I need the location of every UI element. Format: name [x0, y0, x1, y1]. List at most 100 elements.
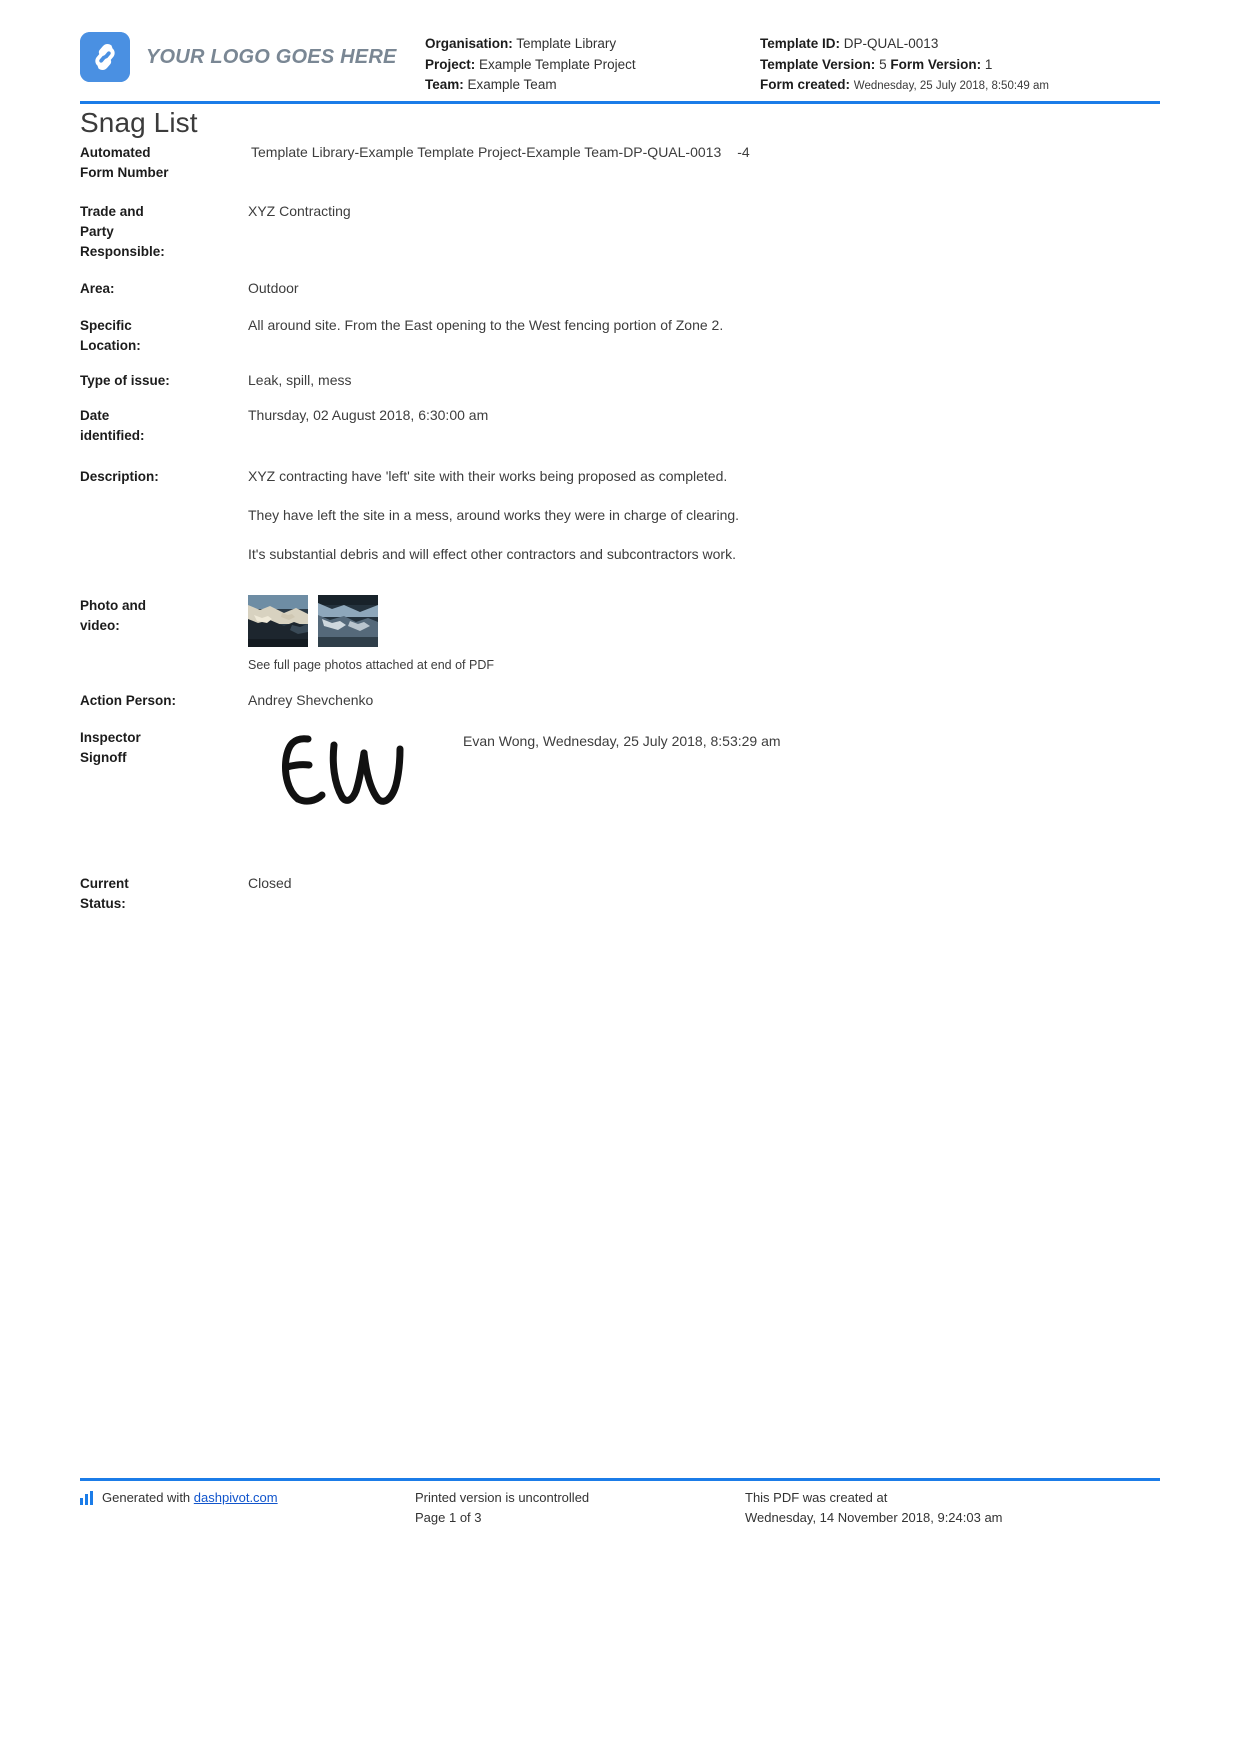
field-inspector-signoff: Inspector Signoff Evan Wong, Wednesday, …: [80, 727, 1160, 813]
header-divider: [80, 101, 1160, 104]
signature-meta: Evan Wong, Wednesday, 25 July 2018, 8:53…: [463, 733, 781, 749]
signature-image: [248, 727, 463, 813]
pdf-page: YOUR LOGO GOES HERE Organisation: Templa…: [0, 0, 1240, 1754]
footer-created-at-label: This PDF was created at: [745, 1490, 888, 1505]
header-meta-right: Template ID: DP-QUAL-0013 Template Versi…: [760, 14, 1160, 97]
header-team-value: Example Team: [467, 77, 557, 92]
photo-thumbnail-strip: [248, 595, 1160, 647]
field-value: Thursday, 02 August 2018, 6:30:00 am: [248, 407, 489, 423]
footer-generated-prefix: Generated with: [102, 1490, 191, 1505]
header-form-created: Form created: Wednesday, 25 July 2018, 8…: [760, 75, 1160, 97]
header-form-created-value: Wednesday, 25 July 2018, 8:50:49 am: [853, 80, 1049, 92]
field-label-line: Trade and: [80, 204, 144, 219]
field-trade-and-party-responsible: Trade and Party Responsible: XYZ Contrac…: [80, 201, 1160, 262]
field-photo-and-video: Photo and video: See full page photos at…: [80, 595, 1160, 676]
field-label-line: Signoff: [80, 750, 127, 765]
field-label-line: Inspector: [80, 730, 141, 745]
header-organisation: Organisation: Template Library: [425, 34, 760, 55]
field-value: See full page photos attached at end of …: [248, 595, 1160, 676]
document-footer: Generated with dashpivot.com Printed ver…: [80, 1488, 1160, 1528]
field-type-of-issue: Type of issue: Leak, spill, mess: [80, 370, 1160, 391]
header-team-label: Team:: [425, 77, 464, 92]
field-label: Photo and video:: [80, 595, 248, 636]
field-value: Leak, spill, mess: [248, 372, 352, 388]
header-project-label: Project:: [425, 56, 476, 72]
header-form-version-value: 1: [984, 56, 993, 72]
field-label-line: Specific: [80, 318, 132, 333]
field-label: Inspector Signoff: [80, 727, 248, 768]
field-label: Specific Location:: [80, 315, 248, 356]
description-paragraph: It's substantial debris and will effect …: [248, 546, 736, 562]
header-form-created-label: Form created:: [760, 77, 851, 92]
description-paragraph: They have left the site in a mess, aroun…: [248, 507, 740, 523]
header-template-id-label: Template ID:: [760, 36, 841, 51]
s-mark-icon: [80, 32, 130, 82]
header-form-version-label: Form Version:: [890, 56, 982, 72]
logo-text: YOUR LOGO GOES HERE: [146, 45, 397, 68]
field-label: Action Person:: [80, 693, 177, 708]
field-label-line: Responsible:: [80, 244, 165, 259]
header-template-id-value: DP-QUAL-0013: [843, 36, 939, 51]
field-specific-location: Specific Location: All around site. From…: [80, 315, 1160, 356]
field-automated-form-number: Automated Form Number Template Library-E…: [80, 142, 1160, 183]
field-current-status: Current Status: Closed: [80, 873, 1160, 914]
field-label-line: identified:: [80, 428, 145, 443]
site-debris-photo-1[interactable]: [248, 595, 308, 647]
footer-created-at-value: Wednesday, 14 November 2018, 9:24:03 am: [745, 1510, 1003, 1525]
field-label-line: Current: [80, 876, 129, 891]
field-label-line: video:: [80, 618, 120, 633]
logo-block: YOUR LOGO GOES HERE: [80, 14, 425, 82]
header-organisation-value: Template Library: [516, 36, 617, 51]
header-meta-left: Organisation: Template Library Project: …: [425, 14, 760, 96]
site-debris-photo-2[interactable]: [318, 595, 378, 647]
field-label-line: Form Number: [80, 165, 169, 180]
field-value: All around site. From the East opening t…: [248, 317, 724, 333]
field-area: Area: Outdoor: [80, 278, 1160, 299]
field-label: Area:: [80, 281, 115, 296]
field-action-person: Action Person: Andrey Shevchenko: [80, 690, 1160, 711]
header-team: Team: Example Team: [425, 75, 760, 96]
field-label-line: Automated: [80, 145, 151, 160]
header-organisation-label: Organisation:: [425, 36, 513, 51]
field-description: Description: XYZ contracting have 'left'…: [80, 466, 1160, 565]
field-label-line: Party: [80, 224, 114, 239]
document-header: YOUR LOGO GOES HERE Organisation: Templa…: [80, 14, 1160, 100]
footer-page-number: Page 1 of 3: [415, 1510, 482, 1525]
field-label: Date identified:: [80, 405, 248, 446]
status-badge: Closed: [248, 875, 292, 891]
automated-form-number-value: Template Library-Example Template Projec…: [251, 144, 722, 160]
field-value: Andrey Shevchenko: [248, 692, 374, 708]
field-label: Type of issue:: [80, 373, 170, 388]
field-label-line: Location:: [80, 338, 141, 353]
header-template-version-value: 5: [879, 56, 887, 72]
header-template-version-label: Template Version:: [760, 56, 876, 72]
field-value: Evan Wong, Wednesday, 25 July 2018, 8:53…: [248, 727, 1160, 813]
dashpivot-logo-icon: [80, 1491, 95, 1505]
field-value: XYZ Contracting: [248, 203, 351, 219]
footer-print-notice: Printed version is uncontrolled Page 1 o…: [415, 1488, 745, 1528]
dashpivot-link[interactable]: dashpivot.com: [194, 1488, 278, 1508]
photo-attachment-note: See full page photos attached at end of …: [248, 658, 495, 672]
signature-row: Evan Wong, Wednesday, 25 July 2018, 8:53…: [248, 727, 1160, 813]
field-label: Automated Form Number: [80, 142, 248, 183]
field-label-line: Status:: [80, 896, 126, 911]
field-label: Trade and Party Responsible:: [80, 201, 248, 262]
form-fields: Automated Form Number Template Library-E…: [80, 142, 1160, 928]
field-value: Template Library-Example Template Projec…: [248, 142, 1160, 163]
field-label-line: Photo and: [80, 598, 146, 613]
field-value: XYZ contracting have 'left' site with th…: [248, 466, 1160, 565]
field-date-identified: Date identified: Thursday, 02 August 201…: [80, 405, 1160, 446]
field-label: Description:: [80, 469, 159, 484]
footer-uncontrolled-text: Printed version is uncontrolled: [415, 1490, 590, 1505]
field-label: Current Status:: [80, 873, 248, 914]
automated-form-number-suffix: -4: [737, 144, 750, 160]
footer-generated-with: Generated with dashpivot.com: [80, 1488, 415, 1508]
header-project-value: Example Template Project: [479, 56, 636, 72]
header-template-id: Template ID: DP-QUAL-0013: [760, 34, 1160, 55]
field-label-line: Date: [80, 408, 110, 423]
header-project: Project: Example Template Project: [425, 55, 760, 76]
description-paragraph: XYZ contracting have 'left' site with th…: [248, 468, 728, 484]
page-title: Snag List: [80, 107, 198, 138]
field-value: Outdoor: [248, 280, 299, 296]
footer-created-at: This PDF was created at Wednesday, 14 No…: [745, 1488, 1160, 1528]
